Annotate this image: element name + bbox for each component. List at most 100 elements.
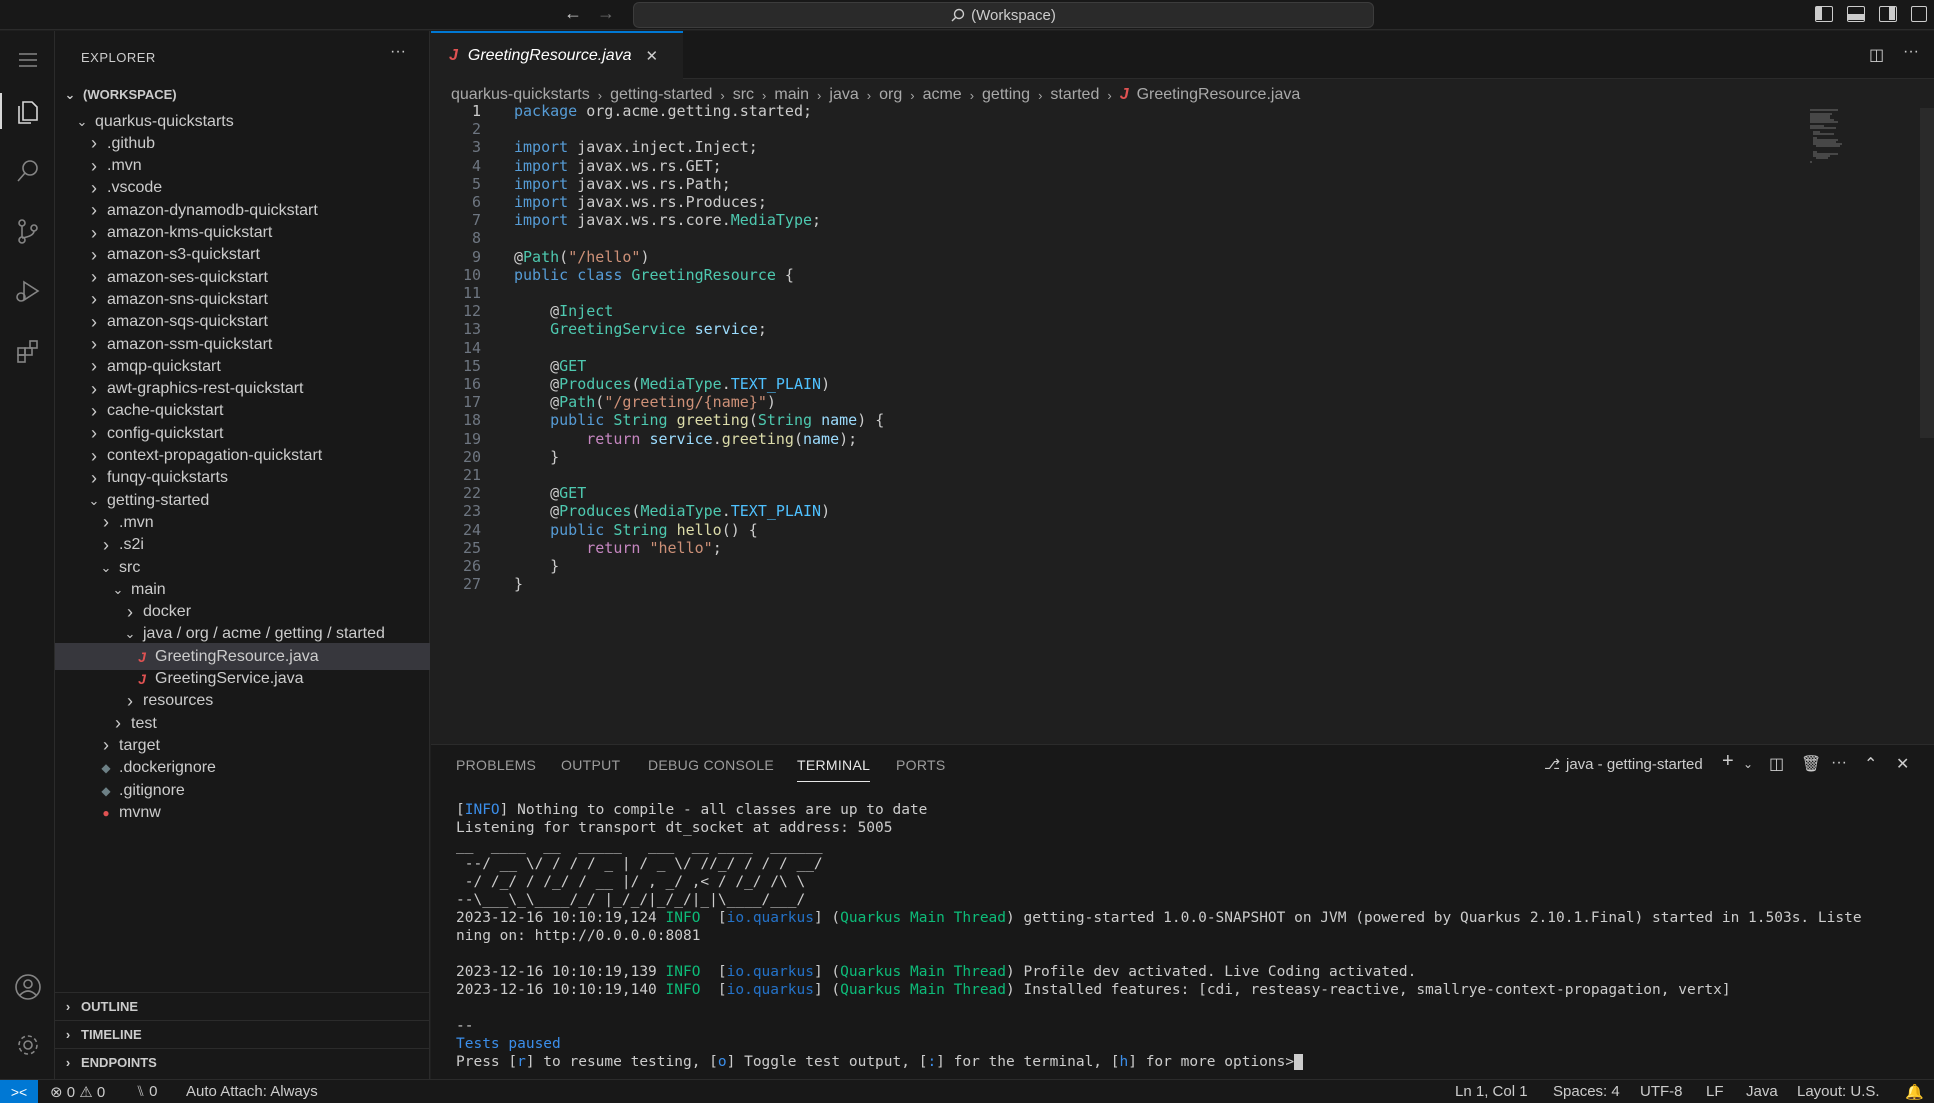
chevron-right-icon: › [91, 356, 97, 377]
toggle-primary-sidebar-icon[interactable] [1815, 6, 1833, 22]
chevron-right-icon: › [91, 445, 97, 466]
ports-status[interactable]: ⑊ 0 [136, 1083, 158, 1100]
tree-label: getting-started [107, 491, 210, 509]
java-file-icon: J [138, 648, 146, 665]
cursor-position[interactable]: Ln 1, Col 1 [1455, 1083, 1528, 1100]
line-number: 27 [462, 575, 481, 594]
section-endpoints-label: ENDPOINTS [81, 1054, 157, 1070]
remote-indicator[interactable]: >< [0, 1080, 38, 1103]
terminal-line: -- [456, 1018, 474, 1034]
arrow-right-icon[interactable]: → [597, 3, 615, 24]
tree-file[interactable]: ● mvnw [55, 799, 430, 826]
tree-label: amazon-sqs-quickstart [107, 313, 268, 331]
split-terminal-icon[interactable]: ◫ [1769, 754, 1784, 774]
minimap[interactable] [1808, 108, 1868, 168]
explorer-title: EXPLORER [81, 50, 156, 65]
editor-more-icon[interactable]: ··· [1903, 43, 1919, 61]
code-editor[interactable]: 1 package org.acme.getting.started; 2 3 impo… [431, 102, 1934, 755]
terminal-line: Tests paused [456, 1036, 561, 1052]
terminal-line: 2023-12-16 10:10:19,140 INFO [io.quarkus… [456, 982, 1731, 998]
chevron-right-icon: › [91, 334, 97, 354]
tab-problems[interactable]: PROBLEMS [456, 757, 536, 773]
chevron-down-icon: ⌄ [124, 626, 136, 642]
tree-label: amazon-dynamodb-quickstart [107, 201, 318, 219]
terminal-line: [INFO] Nothing to compile - all classes … [456, 802, 928, 818]
tab-output[interactable]: OUTPUT [561, 757, 620, 773]
terminal-line: 2023-12-16 10:10:19,139 INFO [io.quarkus… [456, 964, 1417, 980]
tab-terminal[interactable]: TERMINAL [797, 757, 871, 782]
section-endpoints[interactable]: › ENDPOINTS [55, 1048, 430, 1075]
tree-label: context-propagation-quickstart [107, 447, 323, 464]
terminal-line: 2023-12-16 10:10:19,124 INFO [io.quarkus… [456, 910, 1862, 926]
maximize-panel-icon[interactable]: ⌃ [1864, 754, 1877, 774]
auto-attach-status[interactable]: Auto Attach: Always [186, 1083, 318, 1100]
tree-label: amazon-ssm-quickstart [107, 335, 273, 353]
search-icon[interactable] [0, 147, 55, 195]
file-icon: ◆ [101, 761, 111, 776]
toggle-panel-icon[interactable] [1847, 6, 1865, 22]
problems-status[interactable]: ⊗ 0 ⚠ 0 [50, 1083, 105, 1101]
terminal-icon: ⎇ [1544, 756, 1561, 772]
chevron-right-icon: › [127, 690, 133, 711]
account-icon[interactable] [0, 963, 55, 1011]
tree-label: config-quickstart [107, 424, 224, 442]
gear-icon[interactable] [0, 1021, 55, 1069]
close-panel-icon[interactable]: ✕ [1896, 754, 1909, 774]
new-terminal-icon[interactable]: + [1722, 750, 1734, 773]
customize-layout-icon[interactable] [1911, 6, 1927, 22]
end-of-line[interactable]: LF [1706, 1083, 1724, 1100]
tree-label: amazon-sns-quickstart [107, 290, 268, 308]
panel-more-icon[interactable]: ··· [1831, 754, 1847, 772]
keyboard-layout[interactable]: Layout: U.S. [1797, 1083, 1880, 1100]
tree-label: .s2i [119, 536, 144, 554]
tab-greeting-resource[interactable]: J GreetingResource.java ✕ [431, 31, 683, 79]
section-outline-label: OUTLINE [81, 998, 139, 1014]
workspace-root[interactable]: ⌄ (WORKSPACE) [55, 81, 430, 108]
chevron-right-icon: › [91, 133, 97, 154]
chevron-down-icon[interactable]: ⌄ [1743, 757, 1753, 771]
section-timeline[interactable]: › TIMELINE [55, 1020, 430, 1047]
terminal-name[interactable]: java - getting-started [1566, 756, 1703, 773]
bell-icon[interactable]: 🔔 [1905, 1083, 1924, 1101]
tree-label: GreetingResource.java [155, 647, 319, 665]
close-icon[interactable]: ✕ [646, 47, 659, 65]
terminal-output[interactable]: [INFO] Nothing to compile - all classes … [456, 801, 1916, 1071]
extensions-icon[interactable] [0, 327, 55, 375]
run-debug-icon[interactable] [0, 267, 55, 315]
explorer-icon[interactable] [0, 87, 55, 135]
terminal-line: --/ __ \/ / / / _ | / _ \/ //_/ / / / __… [456, 856, 832, 872]
chevron-right-icon: › [103, 512, 109, 533]
language-mode[interactable]: Java [1746, 1083, 1778, 1100]
tab-debug-console[interactable]: DEBUG CONSOLE [648, 757, 774, 773]
tab-ports[interactable]: PORTS [896, 757, 945, 773]
section-outline[interactable]: › OUTLINE [55, 992, 430, 1019]
chevron-right-icon: › [65, 1026, 71, 1042]
tree-label: quarkus-quickstarts [95, 112, 234, 130]
terminal-line: Listening for transport dt_socket at add… [456, 820, 893, 836]
title-bar: ← → (Workspace) [0, 0, 1934, 30]
java-file-icon: J [138, 671, 146, 687]
arrow-left-icon[interactable]: ← [564, 3, 582, 24]
command-center-search[interactable]: (Workspace) [633, 2, 1374, 28]
toggle-secondary-sidebar-icon[interactable] [1879, 6, 1897, 22]
more-actions-icon[interactable]: ··· [390, 43, 406, 61]
trash-icon[interactable]: 🗑 [1801, 754, 1821, 774]
chevron-down-icon: ⌄ [76, 113, 88, 129]
chevron-right-icon: › [91, 155, 97, 176]
chevron-right-icon: › [91, 423, 97, 444]
chevron-down-icon: ⌄ [64, 86, 76, 102]
indentation[interactable]: Spaces: 4 [1553, 1083, 1620, 1100]
chevron-down-icon: ⌄ [100, 559, 112, 575]
source-control-icon[interactable] [0, 207, 55, 255]
explorer-sidebar: EXPLORER ··· ⌄ (WORKSPACE) ⌄ quarkus-quic… [55, 31, 430, 1079]
tree-label: java / org / acme / getting / started [143, 625, 385, 643]
chevron-right-icon: › [127, 601, 133, 622]
split-editor-icon[interactable]: ◫ [1869, 45, 1884, 65]
line-text: } [514, 575, 524, 594]
editor-scrollbar[interactable] [1920, 108, 1934, 438]
menu-icon[interactable] [0, 36, 55, 84]
encoding[interactable]: UTF-8 [1640, 1083, 1683, 1100]
section-timeline-label: TIMELINE [81, 1026, 142, 1042]
